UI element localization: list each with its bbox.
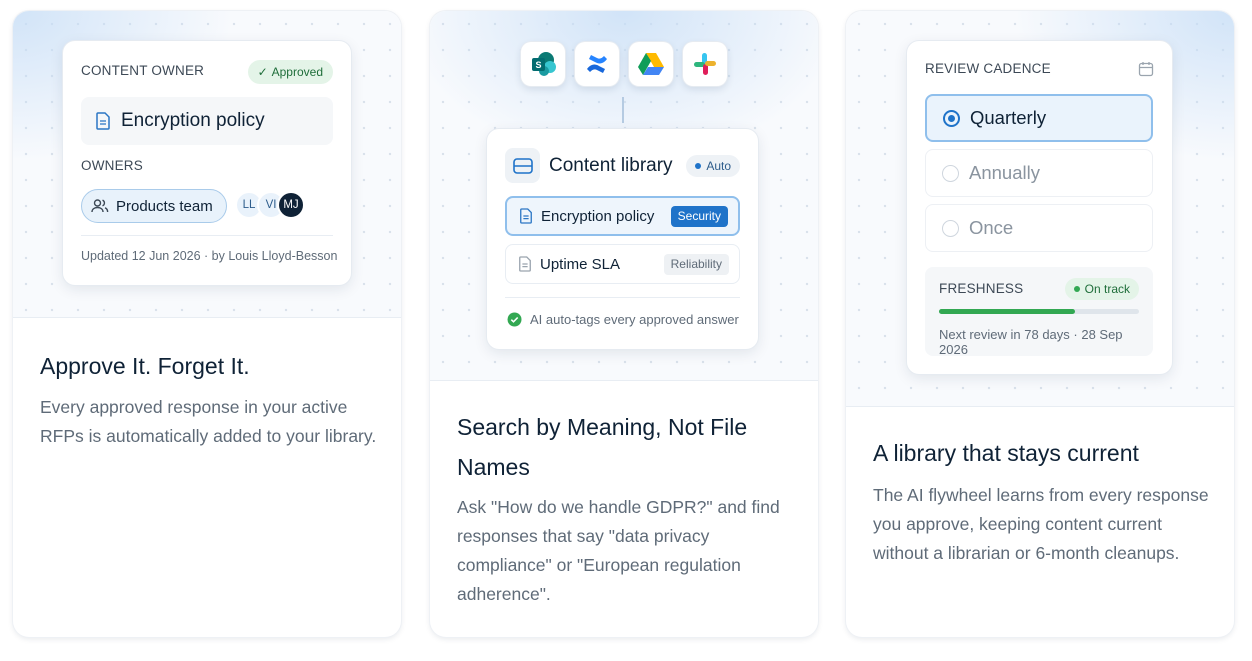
slack-icon[interactable]	[683, 42, 727, 86]
owners-label: OWNERS	[81, 158, 143, 173]
dot-icon	[695, 163, 702, 169]
freshness-box: FRESHNESS On track Next review in 78 day…	[925, 267, 1153, 357]
google-drive-icon[interactable]	[629, 42, 673, 86]
svg-text:S: S	[535, 60, 541, 70]
document-icon	[519, 256, 531, 272]
freshness-progress-fill	[939, 309, 1075, 314]
freshness-progress-bar	[939, 309, 1139, 314]
team-name: Products team	[116, 197, 213, 215]
cadence-option-annually[interactable]: Annually	[925, 149, 1153, 197]
review-cadence-panel: REVIEW CADENCE Quarterly Annually Once F…	[907, 41, 1172, 374]
panel-title: Content library	[549, 155, 673, 176]
card-heading: Approve It. Forget It.	[40, 353, 250, 379]
tag-badge: Reliability	[663, 253, 729, 275]
feature-card-search: S Content library Auto Encryption policy…	[430, 11, 818, 637]
feature-card-approve: CONTENT OWNER ✓ Approved Encryption poli…	[13, 11, 401, 637]
radio-selected-icon	[943, 109, 960, 127]
team-chip[interactable]: Products team	[81, 189, 227, 223]
divider	[81, 235, 333, 236]
feature-card-current: REVIEW CADENCE Quarterly Annually Once F…	[846, 11, 1234, 637]
approved-badge: ✓ Approved	[247, 60, 333, 84]
database-icon	[505, 148, 540, 183]
document-icon	[96, 112, 110, 130]
divider	[505, 297, 740, 298]
radio-icon	[942, 164, 959, 182]
connector-line	[622, 97, 624, 123]
integrations-row: S	[521, 42, 727, 86]
tag-badge: Security	[670, 205, 728, 227]
confluence-icon[interactable]	[575, 42, 619, 86]
library-item[interactable]: Encryption policy Security	[505, 196, 740, 236]
review-cadence-label: REVIEW CADENCE	[925, 61, 1051, 76]
users-icon	[91, 199, 109, 213]
check-circle-icon	[507, 312, 522, 327]
card-heading: A library that stays current	[873, 440, 1139, 466]
avatar[interactable]: MJ	[277, 191, 305, 219]
content-owner-panel: CONTENT OWNER ✓ Approved Encryption poli…	[63, 41, 351, 285]
card-description: Every approved response in your active R…	[40, 397, 377, 446]
illustration-area: REVIEW CADENCE Quarterly Annually Once F…	[846, 11, 1234, 407]
content-owner-label: CONTENT OWNER	[81, 63, 205, 78]
content-library-panel: Content library Auto Encryption policy S…	[487, 129, 758, 349]
card-description: The AI flywheel learns from every respon…	[873, 485, 1209, 563]
document-box[interactable]: Encryption policy	[81, 97, 333, 145]
auto-badge: Auto	[686, 155, 740, 177]
check-icon: ✓	[257, 65, 268, 79]
cadence-option-once[interactable]: Once	[925, 204, 1153, 252]
library-item[interactable]: Uptime SLA Reliability	[505, 244, 740, 284]
illustration-area: CONTENT OWNER ✓ Approved Encryption poli…	[13, 11, 401, 318]
illustration-area: S Content library Auto Encryption policy…	[430, 11, 818, 381]
auto-tag-note: AI auto-tags every approved answer	[507, 312, 739, 327]
calendar-icon	[1138, 62, 1154, 77]
card-heading: Search by Meaning, Not File Names	[457, 414, 748, 480]
updated-text: Updated 12 Jun 2026 · by Louis Lloyd-Bes…	[81, 249, 338, 263]
document-icon	[520, 208, 532, 224]
cadence-option-quarterly[interactable]: Quarterly	[925, 94, 1153, 142]
next-review-text: Next review in 78 days · 28 Sep 2026	[939, 327, 1123, 357]
card-description: Ask "How do we handle GDPR?" and find re…	[457, 497, 780, 604]
sharepoint-icon[interactable]: S	[521, 42, 565, 86]
radio-icon	[942, 219, 959, 237]
on-track-badge: On track	[1064, 278, 1139, 300]
document-title: Encryption policy	[121, 110, 265, 131]
freshness-label: FRESHNESS	[939, 281, 1024, 296]
dot-icon	[1073, 286, 1080, 292]
